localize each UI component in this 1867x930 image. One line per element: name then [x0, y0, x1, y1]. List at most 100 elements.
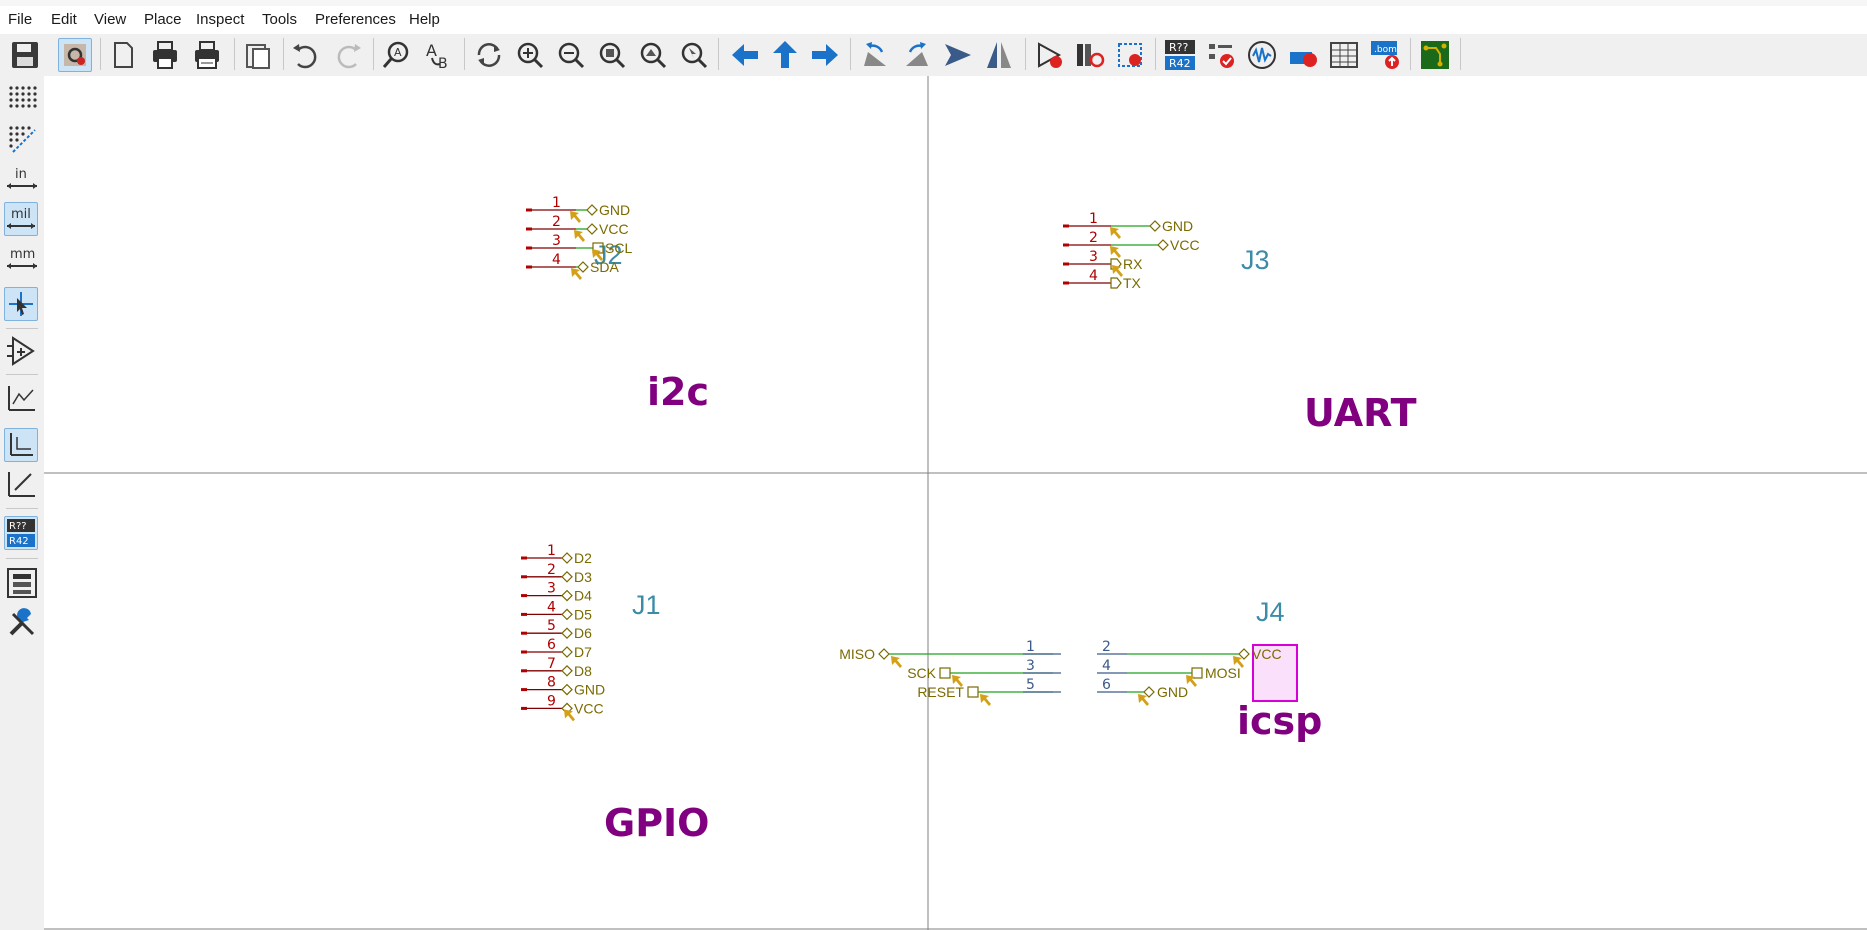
net-label-text: D6: [574, 625, 592, 641]
net-label-text: VCC: [599, 221, 629, 237]
paste-icon[interactable]: [241, 38, 275, 72]
symbol-editor-icon[interactable]: [1033, 38, 1067, 72]
pin-number: 3: [552, 233, 561, 249]
pin-1[interactable]: 1 D2: [521, 543, 592, 566]
cursor-icon[interactable]: [4, 287, 38, 321]
net-label-text: D8: [574, 663, 592, 679]
net-label-bidir: [561, 683, 573, 696]
mirror-vertical-icon[interactable]: [941, 38, 975, 72]
pin-marker: [570, 211, 581, 223]
print-icon[interactable]: [148, 38, 182, 72]
simulator-icon[interactable]: [1245, 38, 1279, 72]
pin-number: 8: [547, 675, 556, 691]
page-settings-icon[interactable]: [106, 38, 140, 72]
pin-4[interactable]: 4 MOSI: [1097, 658, 1241, 687]
bus-alias-icon[interactable]: [1286, 38, 1320, 72]
svg-text:A: A: [426, 41, 437, 60]
annotate-icon[interactable]: R?? R42: [1163, 38, 1197, 72]
net-label-text: D7: [574, 644, 592, 660]
save-icon[interactable]: [8, 38, 42, 72]
mirror-horizontal-icon[interactable]: [982, 38, 1016, 72]
net-label-passive: [939, 667, 951, 679]
pin-marker: [891, 656, 902, 668]
units-mm-icon[interactable]: mm: [5, 242, 39, 276]
navigate-forward-icon[interactable]: [808, 38, 842, 72]
zoom-fit-icon[interactable]: [595, 38, 629, 72]
symbol-fields-table-icon[interactable]: [1327, 38, 1361, 72]
pin-3[interactable]: 3 SCK: [907, 658, 1061, 687]
annotation-icon[interactable]: R?? R42: [4, 516, 38, 550]
navigate-back-icon[interactable]: [728, 38, 762, 72]
bom-icon[interactable]: .bom: [1368, 38, 1402, 72]
units-mils-icon[interactable]: mil: [4, 202, 38, 236]
hidden-pins-icon[interactable]: [5, 334, 39, 368]
grid-overlay-icon[interactable]: [5, 122, 39, 156]
menu-file[interactable]: File: [8, 11, 32, 28]
zoom-in-icon[interactable]: [513, 38, 547, 72]
wire-45-icon[interactable]: [5, 468, 39, 502]
net-label-bidir: [586, 223, 598, 235]
net-label-bidir: [561, 627, 573, 640]
properties-icon[interactable]: [5, 606, 39, 640]
pin-6[interactable]: 6 GND: [1097, 677, 1188, 706]
menu-help[interactable]: Help: [409, 11, 440, 28]
menu-edit[interactable]: Edit: [51, 11, 77, 28]
net-label-text: GND: [574, 682, 605, 698]
symbol-browser-icon[interactable]: [1073, 38, 1107, 72]
pin-number: 7: [547, 656, 556, 672]
symbol-reference: J3: [1241, 245, 1270, 275]
rotate-cw-icon[interactable]: [900, 38, 934, 72]
symbol-title: icsp: [1237, 699, 1322, 743]
pin-3[interactable]: 3 RX: [1063, 249, 1143, 277]
footprint-assign-icon[interactable]: [1113, 38, 1147, 72]
net-label-bidir: [1149, 220, 1161, 232]
redo-icon[interactable]: [332, 38, 366, 72]
erc-icon[interactable]: [1205, 38, 1239, 72]
pin-5[interactable]: 5 RESET: [917, 677, 1061, 706]
undo-icon[interactable]: [288, 38, 322, 72]
pin-number: 2: [1102, 639, 1111, 655]
pcb-editor-icon[interactable]: [1418, 38, 1452, 72]
wire-90-icon[interactable]: [4, 428, 38, 462]
pin-number: 3: [1026, 658, 1035, 674]
net-label-text: D2: [574, 550, 592, 566]
pin-1[interactable]: 1 GND: [526, 195, 630, 223]
navigate-up-icon[interactable]: [768, 38, 802, 72]
find-replace-icon[interactable]: AB: [422, 38, 456, 72]
menu-preferences[interactable]: Preferences: [315, 11, 396, 28]
pin-1[interactable]: 1 GND: [1063, 211, 1193, 239]
net-label-text: VCC: [1252, 646, 1282, 662]
pin-number: 4: [547, 599, 556, 615]
schematic-setup-icon[interactable]: [58, 38, 92, 72]
menu-inspect[interactable]: Inspect: [196, 11, 244, 28]
net-label-text: D4: [574, 588, 592, 604]
find-icon[interactable]: A: [380, 38, 414, 72]
units-inches-icon[interactable]: in: [5, 162, 39, 196]
net-label-text: SCL: [605, 240, 632, 256]
pin-number: 6: [1102, 677, 1111, 693]
rotate-ccw-icon[interactable]: [858, 38, 892, 72]
pin-number: 1: [547, 543, 556, 559]
menu-tools[interactable]: Tools: [262, 11, 297, 28]
symbol-title: UART: [1304, 391, 1417, 435]
symbol-j1[interactable]: J1 GPIO: [604, 590, 709, 845]
symbol-j3[interactable]: J3 UART: [1241, 245, 1417, 435]
zoom-out-icon[interactable]: [554, 38, 588, 72]
symbol-j4[interactable]: J4 icsp: [1237, 597, 1322, 743]
schematic-canvas[interactable]: J2 i2c 1 GND 2 VCC 3 SCL 4 SDA J3 UART 1 GND 2 VCC…: [44, 76, 1867, 930]
menu-view[interactable]: View: [94, 11, 126, 28]
zoom-selection-icon[interactable]: [677, 38, 711, 72]
pin-number: 4: [1102, 658, 1111, 674]
zoom-objects-icon[interactable]: [636, 38, 670, 72]
grid-dots-icon[interactable]: [5, 82, 39, 116]
pin-number: 1: [552, 195, 561, 211]
menu-place[interactable]: Place: [144, 11, 182, 28]
refresh-icon[interactable]: [472, 38, 506, 72]
net-label-text: GND: [1162, 218, 1193, 234]
plot-icon[interactable]: [190, 38, 224, 72]
hierarchy-navigator-icon[interactable]: [5, 566, 39, 600]
wire-free-angle-icon[interactable]: [5, 382, 39, 416]
pin-8[interactable]: 8 GND: [521, 675, 605, 698]
pin-2[interactable]: 2 VCC: [1063, 230, 1200, 258]
pin-number: 5: [1026, 677, 1035, 693]
